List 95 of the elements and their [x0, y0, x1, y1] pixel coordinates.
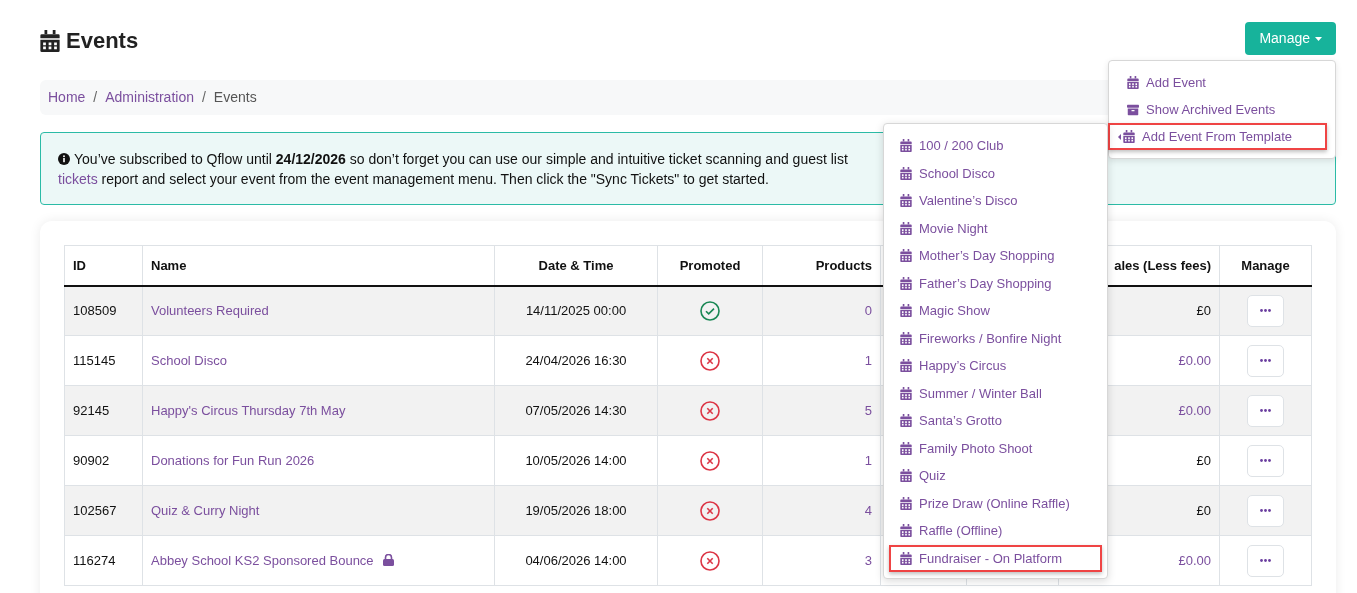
tickets-link[interactable]: tickets — [58, 171, 98, 187]
sales-amount: £0 — [1196, 452, 1211, 468]
sales-amount: £0 — [1196, 502, 1211, 518]
template-item[interactable]: Fundraiser - On Platform — [889, 544, 1102, 572]
calendar-icon — [1123, 130, 1135, 143]
calendar-icon — [900, 304, 912, 318]
calendar-icon — [900, 139, 912, 153]
calendar-icon — [900, 276, 912, 290]
event-date: 07/05/2026 14:30 — [525, 402, 627, 418]
event-name-link[interactable]: Abbey School KS2 Sponsored Bounce — [151, 552, 374, 568]
template-item[interactable]: Fireworks / Bonfire Night — [889, 324, 1102, 352]
calendar-icon — [900, 469, 912, 483]
caret-icon — [1315, 36, 1322, 41]
event-name-link[interactable]: Volunteers Required — [151, 303, 269, 318]
sales-link[interactable]: £0.00 — [1178, 402, 1211, 418]
template-item[interactable]: School Disco — [889, 159, 1102, 187]
template-item[interactable]: Movie Night — [889, 214, 1102, 242]
ellipsis-icon — [1260, 409, 1271, 412]
column-header: Date & Time — [494, 245, 658, 286]
event-date: 10/05/2026 14:00 — [525, 452, 627, 468]
products-link[interactable]: 4 — [864, 502, 872, 518]
ellipsis-icon — [1260, 309, 1271, 313]
column-header: Products — [762, 245, 881, 286]
breadcrumb-link[interactable]: Home — [48, 87, 86, 108]
menu-item[interactable]: Add Event From Template — [1108, 123, 1327, 150]
calendar-icon — [900, 386, 912, 400]
menu-item[interactable]: Show Archived Events — [1117, 96, 1327, 123]
calendar-icon — [900, 551, 912, 565]
column-header: Manage — [1219, 245, 1312, 286]
calendar-icon — [900, 166, 912, 180]
calendar-icon — [40, 29, 60, 52]
products-link[interactable]: 1 — [864, 452, 872, 468]
calendar-icon — [900, 441, 912, 455]
sales-link[interactable]: £0.00 — [1178, 352, 1211, 368]
calendar-icon — [900, 414, 912, 428]
event-name-link[interactable]: Happy's Circus Thursday 7th May — [151, 402, 346, 418]
event-name-link[interactable]: Quiz & Curry Night — [151, 502, 260, 518]
template-item[interactable]: Happy’s Circus — [889, 352, 1102, 380]
template-item[interactable]: Magic Show — [889, 297, 1102, 325]
info-icon — [58, 153, 70, 165]
event-date: 14/11/2025 00:00 — [525, 303, 627, 318]
column-header: Name — [142, 245, 495, 286]
more-button[interactable] — [1247, 494, 1284, 527]
template-item[interactable]: Santa’s Grotto — [889, 407, 1102, 435]
template-item[interactable]: Valentine’s Disco — [889, 187, 1102, 215]
calendar-icon — [1127, 76, 1139, 89]
calendar-icon — [900, 249, 912, 263]
products-link[interactable]: 3 — [864, 552, 872, 568]
ellipsis-icon — [1260, 559, 1271, 562]
products-link[interactable]: 0 — [864, 303, 872, 318]
more-button[interactable] — [1247, 344, 1284, 377]
event-name-link[interactable]: School Disco — [151, 352, 227, 368]
calendar-icon — [900, 524, 912, 538]
event-id: 90902 — [73, 452, 110, 468]
more-button[interactable] — [1247, 544, 1284, 577]
column-header: ID — [64, 245, 143, 286]
alert-message: You’ve subscribed to Qflow until 24/12/2026 so don’t forget you can use our simple and intuitive ticket scanning and guest list tickets report and select your event from the event management menu. Then click the "Sync Tickets" to get started. — [58, 150, 848, 189]
template-item[interactable]: Raffle (Offline) — [889, 517, 1102, 545]
event-id: 116274 — [73, 552, 116, 568]
more-button[interactable] — [1247, 444, 1284, 477]
event-id: 102567 — [73, 502, 117, 518]
event-id: 92145 — [73, 402, 110, 418]
products-link[interactable]: 5 — [864, 402, 872, 418]
template-item[interactable]: Prize Draw (Online Raffle) — [889, 489, 1102, 517]
event-date: 24/04/2026 16:30 — [525, 352, 627, 368]
sales-amount: £0 — [1196, 303, 1211, 318]
more-button[interactable] — [1247, 394, 1284, 427]
breadcrumb-link[interactable]: Administration — [105, 87, 194, 108]
event-date: 04/06/2026 14:00 — [525, 552, 627, 568]
calendar-icon — [900, 359, 912, 373]
ellipsis-icon — [1260, 459, 1271, 462]
sales-link[interactable]: £0.00 — [1178, 552, 1211, 568]
page-title: Events — [66, 27, 139, 55]
template-item[interactable]: Summer / Winter Ball — [889, 379, 1102, 407]
calendar-icon — [900, 194, 912, 208]
template-item[interactable]: 100 / 200 Club — [889, 132, 1102, 160]
event-id: 115145 — [73, 352, 116, 368]
event-id: 108509 — [73, 303, 117, 318]
ellipsis-icon — [1260, 509, 1271, 512]
more-button[interactable] — [1247, 294, 1284, 327]
breadcrumb-current: Events — [213, 88, 257, 107]
calendar-icon — [900, 496, 912, 510]
menu-item[interactable]: Add Event — [1117, 69, 1327, 96]
calendar-icon — [900, 221, 912, 235]
calendar-icon — [900, 331, 912, 345]
template-item[interactable]: Quiz — [889, 462, 1102, 490]
template-item[interactable]: Family Photo Shoot — [889, 434, 1102, 462]
event-name-link[interactable]: Donations for Fun Run 2026 — [151, 452, 315, 468]
breadcrumb-separator: / — [201, 88, 206, 107]
event-date: 19/05/2026 18:00 — [525, 502, 627, 518]
ellipsis-icon — [1260, 359, 1271, 362]
products-link[interactable]: 1 — [864, 352, 872, 368]
archive-icon — [1127, 103, 1139, 116]
column-header: Promoted — [657, 245, 763, 286]
breadcrumb-separator: / — [93, 88, 98, 107]
